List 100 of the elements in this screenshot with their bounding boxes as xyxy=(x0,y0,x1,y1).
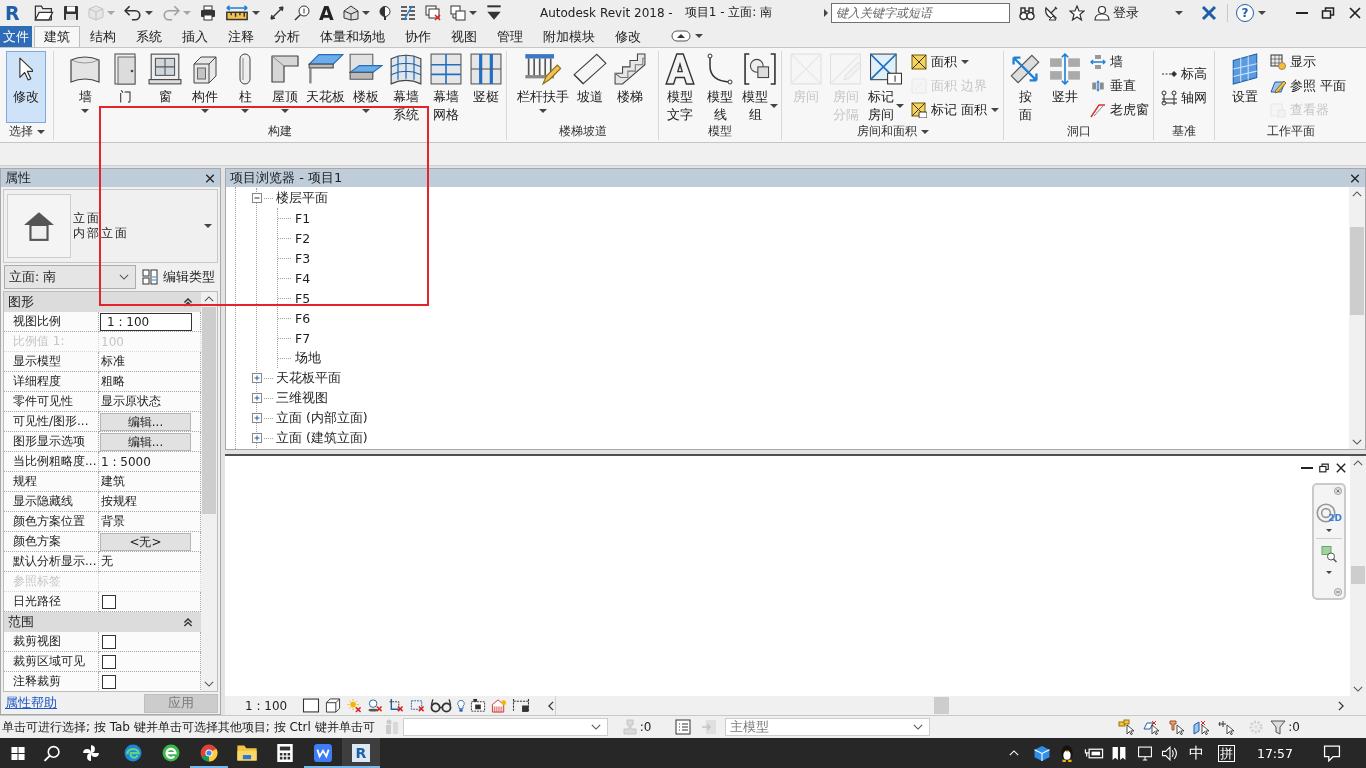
tree-item[interactable]: 楼层平面 xyxy=(276,189,328,207)
collapse-icon[interactable] xyxy=(183,297,193,307)
tree-item[interactable]: F4 xyxy=(295,270,311,286)
close-icon[interactable] xyxy=(1350,173,1360,183)
double-flag-icon[interactable] xyxy=(1110,745,1127,761)
tool-button[interactable]: 坡道 xyxy=(570,51,610,123)
triangle-right-icon[interactable] xyxy=(824,8,828,17)
tool-button[interactable]: 屋顶 xyxy=(265,51,305,123)
ribbon-tab[interactable]: 协作 xyxy=(395,26,441,47)
caret-icon[interactable] xyxy=(1326,529,1332,532)
plane-cursor-icon[interactable] xyxy=(1143,719,1160,735)
tool-button[interactable]: 窗 xyxy=(145,51,185,123)
tree-item[interactable]: 立面 (内部立面) xyxy=(276,409,368,427)
tree-item[interactable]: 立面 (建筑立面) xyxy=(276,429,368,447)
chevron-up-icon[interactable] xyxy=(1352,191,1362,197)
checkbox[interactable] xyxy=(102,594,116,609)
sun-crossed-icon[interactable] xyxy=(346,698,363,713)
cube-icon[interactable] xyxy=(325,698,342,713)
checkbox[interactable] xyxy=(102,654,116,669)
ribbon-tab[interactable]: 分析 xyxy=(264,26,310,47)
tool-button[interactable]: 竖梃 xyxy=(466,51,506,123)
tool-button[interactable]: 标记 面积 xyxy=(909,99,1001,121)
group-header[interactable]: 范围 xyxy=(4,612,201,632)
expand-icon[interactable] xyxy=(252,413,262,423)
tool-button[interactable]: 标记房间 xyxy=(866,51,906,125)
chevron-right-icon[interactable] xyxy=(1338,700,1344,711)
pin-cursor-icon[interactable] xyxy=(1168,719,1185,735)
scroll-thumb[interactable] xyxy=(1351,566,1365,584)
cross-logo-icon[interactable] xyxy=(1201,4,1217,21)
dashed-box-icon[interactable] xyxy=(470,698,487,713)
ribbon-tab[interactable]: 插入 xyxy=(172,26,218,47)
input-mode-button[interactable]: 拼 xyxy=(1217,744,1235,762)
lightbulb-icon[interactable] xyxy=(457,698,466,713)
ribbon-tab[interactable]: 建筑 xyxy=(34,26,80,47)
group-header[interactable]: 图形 xyxy=(4,292,201,312)
tool-button[interactable]: 幕墙系统 xyxy=(386,51,426,125)
speaker-icon[interactable] xyxy=(1160,745,1179,761)
value-button[interactable]: 编辑... xyxy=(100,432,191,451)
tool-button[interactable]: 幕墙网格 xyxy=(426,51,466,125)
tool-button[interactable]: 垂直 xyxy=(1088,75,1151,97)
caret-icon[interactable] xyxy=(695,34,703,38)
chevron-down-icon[interactable] xyxy=(204,681,214,687)
design-option-field[interactable]: 主模型 xyxy=(725,718,931,736)
expand-icon[interactable] xyxy=(252,373,262,383)
tool-button[interactable]: 参照 平面 xyxy=(1268,75,1348,97)
taskbar-button[interactable]: R xyxy=(342,738,380,768)
tool-button[interactable]: 显示 xyxy=(1268,51,1348,73)
caret-icon[interactable] xyxy=(1175,10,1183,15)
input-method-button[interactable]: 中 xyxy=(1188,743,1204,763)
tool-button[interactable]: 模型线 xyxy=(700,51,740,125)
sign-in-button[interactable]: 登录 xyxy=(1094,3,1139,22)
penguin-icon[interactable] xyxy=(1059,744,1074,762)
caret-icon[interactable] xyxy=(1258,10,1266,15)
cube-icon[interactable] xyxy=(1032,744,1051,762)
tool-button[interactable]: 构件 xyxy=(185,51,225,123)
battery-plug-icon[interactable] xyxy=(1083,747,1104,759)
scale-button[interactable]: 1 : 100 xyxy=(245,698,288,713)
tool-button[interactable]: 模型文字 xyxy=(660,51,700,125)
scrollbar[interactable] xyxy=(1349,187,1365,449)
tool-button[interactable]: 修改 xyxy=(6,51,46,123)
close-icon[interactable] xyxy=(1336,463,1346,473)
close-circle-icon[interactable] xyxy=(1334,487,1342,495)
panel-title-button[interactable]: 选择 xyxy=(8,123,45,140)
monitor-icon[interactable] xyxy=(1136,745,1153,761)
ribbon-tab[interactable]: 附加模块 xyxy=(533,26,605,47)
satellite-dish-icon[interactable] xyxy=(1044,4,1060,21)
chevron-down-icon[interactable] xyxy=(1353,686,1363,692)
steering-wheel-button[interactable]: 2D xyxy=(1316,503,1342,523)
face-cursor-icon[interactable] xyxy=(1193,719,1210,735)
scrollbar[interactable] xyxy=(201,292,217,691)
speech-bubble-icon[interactable] xyxy=(1323,744,1341,762)
glasses-icon[interactable] xyxy=(430,698,453,713)
tool-button[interactable]: 轴网 xyxy=(1159,87,1209,109)
expand-icon[interactable] xyxy=(252,393,262,403)
scroll-thumb[interactable] xyxy=(202,307,216,514)
checkbox[interactable] xyxy=(102,634,116,649)
tree-item[interactable]: F7 xyxy=(295,330,311,346)
tool-button[interactable]: 楼梯 xyxy=(610,51,650,123)
tree-item[interactable]: F1 xyxy=(295,210,311,226)
dashed-frame-crossed-icon[interactable] xyxy=(409,698,426,713)
tree-item[interactable]: F6 xyxy=(295,310,311,326)
app-logo[interactable]: R xyxy=(5,1,21,24)
ribbon-tab[interactable]: 修改 xyxy=(605,26,651,47)
tree-item[interactable]: F5 xyxy=(295,290,311,306)
ribbon-tab[interactable]: 结构 xyxy=(80,26,126,47)
tool-button[interactable]: 墙 xyxy=(1088,51,1151,73)
value-button[interactable]: 编辑... xyxy=(100,412,191,431)
filter-icon[interactable] xyxy=(1270,719,1287,735)
file-menu-tab[interactable]: 文件 xyxy=(0,26,32,47)
shadow-crossed-icon[interactable] xyxy=(367,698,384,713)
four-squares-icon[interactable] xyxy=(10,745,26,761)
help-button[interactable]: ? xyxy=(1236,3,1254,22)
binoculars-icon[interactable] xyxy=(1019,4,1035,21)
close-icon[interactable] xyxy=(1349,6,1361,19)
value-button[interactable]: <无> xyxy=(100,532,191,551)
scroll-thumb[interactable] xyxy=(934,697,949,714)
text-tool-button[interactable]: A xyxy=(319,1,334,24)
expand-icon[interactable] xyxy=(252,433,262,443)
tree-item[interactable]: 三维视图 xyxy=(276,389,328,407)
view-selector[interactable]: 立面: 南 xyxy=(4,265,136,289)
